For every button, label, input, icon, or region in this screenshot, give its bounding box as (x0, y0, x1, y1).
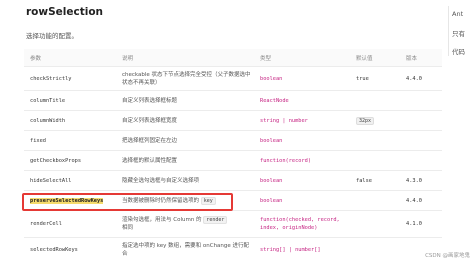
param-name: selectedRowKeys (30, 247, 78, 253)
table-row: columnTitle 自定义列表选择框标题 ReactNode (24, 91, 442, 111)
table-row: checkStrictly checkable 状态下节点选择完全受控（父子数据… (24, 67, 442, 91)
param-name: hideSelectAll (30, 177, 72, 184)
table-row: renderCell 渲染勾选框，用法与 Column 的 render 相同 f… (24, 211, 442, 238)
inline-code: render (203, 216, 228, 224)
side-text: 代码 (452, 48, 465, 56)
param-name: renderCell (30, 221, 62, 227)
param-name: columnWidth (30, 117, 66, 124)
side-divider (448, 6, 449, 56)
param-default: 32px (356, 116, 375, 125)
table-row: hideSelectAll 隐藏全选勾选框与自定义选择项 boolean fal… (24, 171, 442, 191)
param-desc: 渲染勾选框，用法与 Column 的 render 相同 (122, 216, 228, 232)
header-version: 版本 (406, 55, 418, 62)
param-default: true (356, 75, 369, 82)
side-text: 只有 (452, 30, 465, 38)
table-header: 参数 说明 类型 默认值 版本 (24, 49, 442, 67)
param-type: boolean (260, 75, 283, 82)
header-desc: 说明 (122, 55, 134, 62)
param-name: getCheckboxProps (30, 157, 82, 164)
param-type: function(record) (260, 157, 312, 164)
highlight-annotation-box (22, 193, 233, 211)
table-row: getCheckboxProps 选择框的默认属性配置 function(rec… (24, 151, 442, 171)
watermark: CSDN @画家地鬼 (425, 253, 470, 259)
param-desc: 选择框的默认属性配置 (122, 157, 178, 164)
param-version: 4.4.0 (406, 197, 422, 204)
param-type: boolean (260, 197, 283, 204)
table-row: selectedRowKeys 指定选中项的 key 数组，需要和 onChan… (24, 238, 442, 262)
table-row: fixed 把选择框列固定在左边 boolean (24, 131, 442, 151)
param-type: boolean (260, 137, 283, 144)
section-title: rowSelection (26, 6, 104, 18)
param-type: function(checked, record, index, originN… (260, 217, 340, 231)
param-version: 4.4.0 (406, 75, 422, 82)
header-type: 类型 (260, 55, 272, 62)
param-name: checkStrictly (30, 75, 72, 82)
table-row: columnWidth 自定义列表选择框宽度 string | number 3… (24, 111, 442, 131)
param-type: string | number (260, 117, 308, 124)
api-table: 参数 说明 类型 默认值 版本 checkStrictly checkable … (24, 49, 442, 262)
param-desc: 把选择框列固定在左边 (122, 137, 178, 144)
param-type: boolean (260, 177, 283, 184)
param-desc: 自定义列表选择框宽度 (122, 117, 178, 124)
header-param: 参数 (30, 55, 42, 62)
param-name: fixed (30, 137, 46, 144)
section-description: 选择功能的配置。 (26, 32, 78, 40)
param-version: 4.1.0 (406, 221, 422, 227)
param-version: 4.3.0 (406, 177, 422, 184)
param-desc: 自定义列表选择框标题 (122, 97, 178, 104)
side-text: Ant (452, 10, 464, 18)
param-desc: 隐藏全选勾选框与自定义选择项 (122, 177, 200, 184)
header-default: 默认值 (356, 55, 373, 62)
param-desc: 指定选中项的 key 数组，需要和 onChange 进行配合 (122, 243, 250, 257)
param-desc: checkable 状态下节点选择完全受控（父子数据选中状态不再关联） (122, 71, 251, 86)
param-name: columnTitle (30, 97, 66, 104)
param-type: ReactNode (260, 97, 289, 104)
param-default: false (356, 177, 372, 184)
param-type: string[] | number[] (260, 247, 321, 253)
